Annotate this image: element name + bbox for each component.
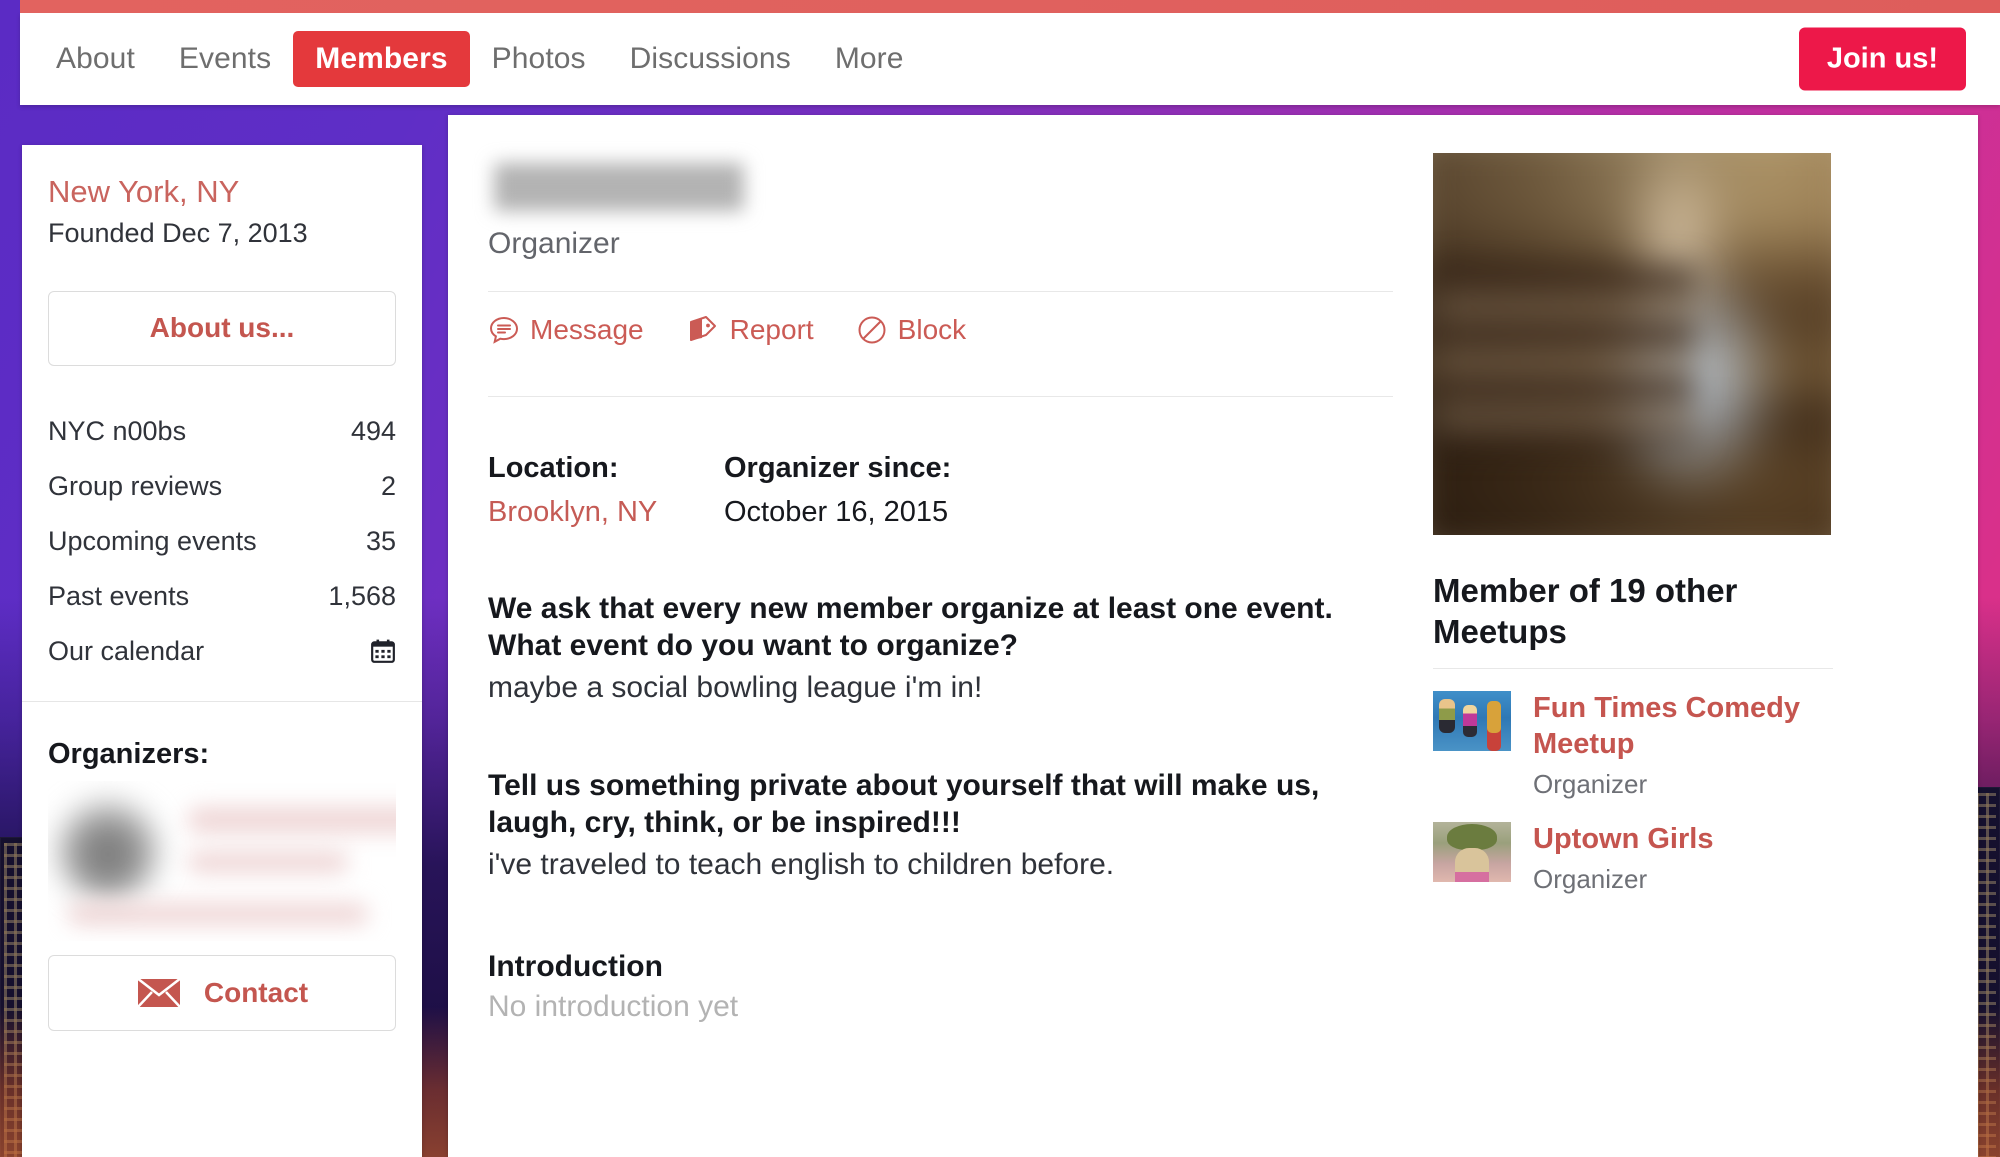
meetup-name[interactable]: Uptown Girls xyxy=(1533,822,1713,858)
qa-answer: i've traveled to teach english to childr… xyxy=(488,848,1115,882)
group-nav-bar: About Events Members Photos Discussions … xyxy=(20,13,2000,105)
envelope-icon xyxy=(135,976,182,1009)
fact-location: Location: Brooklyn, NY xyxy=(488,449,724,529)
sidebar-divider xyxy=(22,700,422,702)
organizer-meta-blurred xyxy=(188,850,348,873)
nav-tabs: About Events Members Photos Discussions … xyxy=(20,31,926,87)
stat-value: 2 xyxy=(380,470,396,501)
stat-row-group-reviews[interactable]: Group reviews 2 xyxy=(48,459,396,514)
fact-label: Location: xyxy=(488,452,619,484)
profile-facts: Location: Brooklyn, NY Organizer since: … xyxy=(488,449,1393,529)
stat-label: Upcoming events xyxy=(48,525,257,556)
block-action-label: Block xyxy=(897,314,967,345)
tab-events[interactable]: Events xyxy=(157,31,293,87)
fact-label: Organizer since: xyxy=(724,452,952,484)
introduction-empty-text: No introduction yet xyxy=(488,989,739,1023)
profile-bottom-divider xyxy=(488,396,1393,397)
member-photo xyxy=(1433,153,1831,535)
stat-row-past-events[interactable]: Past events 1,568 xyxy=(48,569,396,624)
stat-value: 35 xyxy=(365,525,396,556)
qa-question: We ask that every new member organize at… xyxy=(488,592,1333,663)
meetup-role: Organizer xyxy=(1533,769,1648,800)
report-action[interactable]: Report xyxy=(686,314,814,346)
list-item[interactable]: Fun Times Comedy Meetup Organizer xyxy=(1433,669,1833,800)
stat-label: Past events xyxy=(48,580,190,611)
tab-more[interactable]: More xyxy=(813,31,926,87)
tab-about[interactable]: About xyxy=(34,31,157,87)
qa-block: Tell us something private about yourself… xyxy=(488,768,1393,883)
group-founded: Founded Dec 7, 2013 xyxy=(48,217,308,248)
page-root: About Events Members Photos Discussions … xyxy=(0,0,2000,1157)
qa-question: Tell us something private about yourself… xyxy=(488,769,1320,840)
stat-value: 494 xyxy=(350,415,396,446)
organizer-meta-blurred xyxy=(68,902,368,925)
stat-row-upcoming-events[interactable]: Upcoming events 35 xyxy=(48,514,396,569)
member-name-blurred xyxy=(494,163,744,211)
organizer-name-blurred xyxy=(188,806,396,833)
organizer-list-redacted xyxy=(48,781,396,941)
message-action[interactable]: Message xyxy=(488,314,644,346)
list-item[interactable]: Uptown Girls Organizer xyxy=(1433,800,1833,895)
tab-discussions[interactable]: Discussions xyxy=(608,31,813,87)
organizers-heading: Organizers: xyxy=(48,737,210,770)
introduction-section: Introduction No introduction yet xyxy=(488,950,1393,1064)
meetup-name[interactable]: Fun Times Comedy Meetup xyxy=(1533,691,1833,763)
group-stats-list: NYC n00bs 494 Group reviews 2 Upcoming e… xyxy=(48,404,396,679)
organizer-avatar-blurred xyxy=(56,796,160,901)
member-profile-card: Organizer Message Report Block Location:… xyxy=(448,115,1978,1157)
fact-organizer-since: Organizer since: October 16, 2015 xyxy=(724,449,960,529)
calendar-icon xyxy=(370,638,396,664)
report-action-label: Report xyxy=(729,314,814,345)
group-location: New York, NY xyxy=(48,174,240,209)
stat-label: NYC n00bs xyxy=(48,415,187,446)
tab-photos[interactable]: Photos xyxy=(470,31,608,87)
stat-row-our-calendar[interactable]: Our calendar xyxy=(48,624,396,679)
member-role: Organizer xyxy=(488,227,620,260)
stat-label: Group reviews xyxy=(48,470,223,501)
introduction-heading: Introduction xyxy=(488,949,663,983)
profile-right-rail: Member of 19 other Meetups Fun Times Com… xyxy=(1433,153,1833,1064)
page-content: New York, NY Founded Dec 7, 2013 About u… xyxy=(0,105,2000,1157)
qa-answer: maybe a social bowling league i'm in! xyxy=(488,670,983,704)
profile-actions: Message Report Block xyxy=(488,292,1393,366)
member-photo-blur-bands xyxy=(1433,267,1696,444)
meetup-thumbnail xyxy=(1433,691,1511,752)
meetup-role: Organizer xyxy=(1533,864,1648,895)
contact-button-label: Contact xyxy=(203,976,309,1008)
stat-value: 1,568 xyxy=(328,580,396,611)
meetup-text: Fun Times Comedy Meetup Organizer xyxy=(1533,691,1833,800)
qa-block: We ask that every new member organize at… xyxy=(488,591,1393,706)
stat-label: Our calendar xyxy=(48,635,205,666)
top-accent-bar xyxy=(20,0,2000,13)
fact-value-organizer-since: October 16, 2015 xyxy=(724,496,949,529)
block-icon xyxy=(856,314,888,346)
message-action-label: Message xyxy=(530,314,644,345)
stat-row-nyc-n00bs[interactable]: NYC n00bs 494 xyxy=(48,404,396,459)
report-flag-icon xyxy=(686,314,720,346)
about-us-button[interactable]: About us... xyxy=(48,290,396,366)
profile-details-column: Organizer Message Report Block Location:… xyxy=(488,153,1393,1064)
meetup-thumbnail xyxy=(1433,822,1511,883)
other-meetups-heading: Member of 19 other Meetups xyxy=(1433,572,1738,650)
message-icon xyxy=(488,314,520,346)
contact-button[interactable]: Contact xyxy=(48,954,396,1031)
block-action[interactable]: Block xyxy=(856,314,966,346)
meetup-text: Uptown Girls Organizer xyxy=(1533,822,1713,895)
join-us-button[interactable]: Join us! xyxy=(1798,27,1966,91)
group-sidebar-card: New York, NY Founded Dec 7, 2013 About u… xyxy=(22,145,422,1157)
tab-members[interactable]: Members xyxy=(293,31,470,87)
fact-value-location[interactable]: Brooklyn, NY xyxy=(488,496,724,529)
